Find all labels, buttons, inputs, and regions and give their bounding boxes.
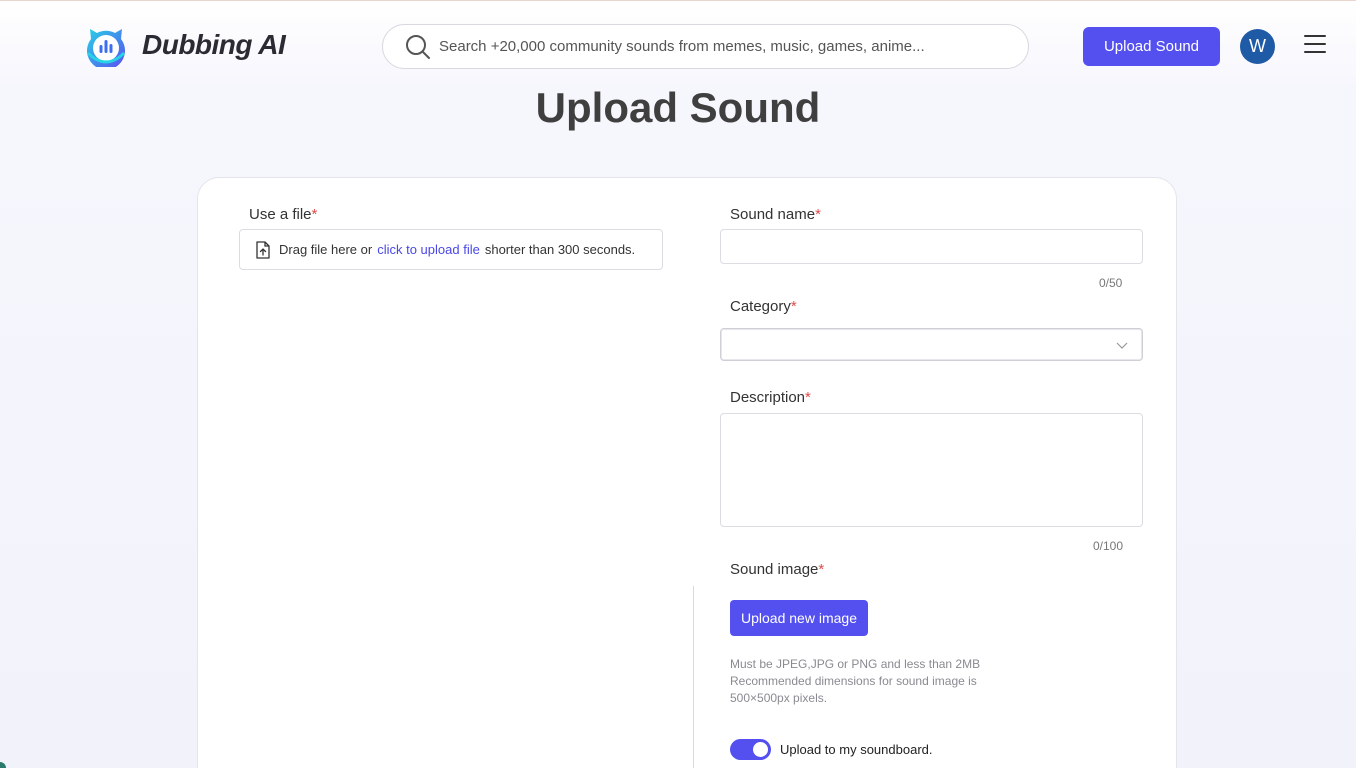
chevron-down-icon [1116,342,1128,349]
soundboard-toggle[interactable] [730,739,771,760]
category-select[interactable] [720,328,1143,361]
site-header: Dubbing AI Upload Sound W [0,1,1356,91]
description-counter: 0/100 [1093,539,1124,553]
category-label: Category* [730,298,797,315]
click-to-upload-link[interactable]: click to upload file [377,242,480,257]
sound-name-counter: 0/50 [1099,276,1123,290]
description-label: Description* [730,389,811,406]
brand-name: Dubbing AI [142,29,286,60]
soundboard-toggle-label: Upload to my soundboard. [780,742,933,757]
page-title: Upload Sound [535,84,821,131]
category-label-text: Category [730,298,791,315]
required-mark: * [790,298,797,315]
required-mark: * [815,206,821,223]
file-label: Use a file* [249,206,317,223]
user-avatar[interactable]: W [1240,29,1275,64]
sound-image-label: Sound image* [730,561,824,578]
image-requirements-hint: Must be JPEG,JPG or PNG and less than 2M… [730,656,1020,707]
upload-new-image-button[interactable]: Upload new image [730,600,868,636]
column-divider [693,586,694,768]
file-upload-icon [256,240,270,259]
upload-sound-button[interactable]: Upload Sound [1083,27,1220,66]
image-format-hint: Must be JPEG,JPG or PNG and less than 2M… [730,657,981,671]
file-dropzone[interactable]: Drag file here or click to upload file s… [239,229,663,270]
file-label-text: Use a file [249,206,312,223]
required-mark: * [818,561,825,578]
required-mark: * [805,389,811,406]
dubbing-ai-logo-icon [86,29,126,67]
sound-name-input[interactable] [720,229,1143,264]
brand-logo[interactable]: Dubbing AI [84,23,286,67]
image-dimensions-hint: Recommended dimensions for sound image i… [730,674,977,705]
search-icon [406,34,430,59]
hamburger-menu-icon[interactable] [1304,35,1326,55]
upload-form-card: Use a file* Drag file here or click to u… [197,177,1177,768]
sound-name-label-text: Sound name [730,206,816,223]
duration-limit-text: shorter than 300 seconds. [484,242,636,257]
description-label-text: Description [730,389,806,406]
required-mark: * [311,206,318,223]
sound-image-label-text: Sound image [730,561,819,578]
search-input[interactable] [439,38,999,55]
search-bar[interactable] [382,24,1029,69]
drag-text: Drag file here or [279,242,373,257]
sound-name-label: Sound name* [730,206,821,223]
corner-accent [0,762,6,768]
description-textarea[interactable] [720,413,1143,527]
